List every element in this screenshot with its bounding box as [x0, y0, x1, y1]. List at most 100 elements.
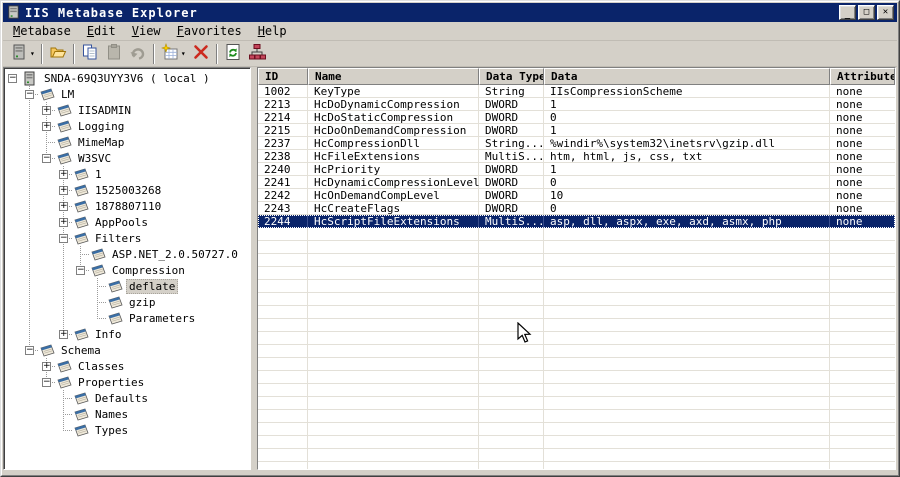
tree-expander[interactable]: −	[38, 374, 55, 390]
tree-node-label[interactable]: 1525003268	[92, 183, 164, 198]
refresh-button[interactable]	[221, 43, 245, 65]
tree-node-classes[interactable]: + Classes	[4, 358, 250, 374]
tree-node-compression[interactable]: − Compression	[4, 262, 250, 278]
property-row-2237[interactable]: 2237 HcCompressionDll String... %windir%\sy…	[258, 137, 895, 150]
delete-button[interactable]	[189, 43, 213, 65]
tree-node-info[interactable]: + Info	[4, 326, 250, 342]
tree-expander[interactable]: −	[55, 230, 72, 246]
property-row-2213[interactable]: 2213 HcDoDynamicCompression DWORD 1 none	[258, 98, 895, 111]
tree-node-label[interactable]: AppPools	[92, 215, 151, 230]
column-header-data-type[interactable]: Data Type	[479, 68, 544, 85]
property-row-2241[interactable]: 2241 HcDynamicCompressionLevel DWORD 0 none	[258, 176, 895, 189]
minimize-button[interactable]: _	[839, 5, 856, 20]
tree-node-label[interactable]: W3SVC	[75, 151, 114, 166]
tree-node-filters[interactable]: − Filters	[4, 230, 250, 246]
tree-expander[interactable]: +	[38, 102, 55, 118]
tree-node-label[interactable]: ASP.NET_2.0.50727.0	[109, 247, 241, 262]
tree-node-names[interactable]: Names	[4, 406, 250, 422]
tree-node-label[interactable]: Properties	[75, 375, 147, 390]
title-bar[interactable]: IIS Metabase Explorer _ □ ✕	[3, 3, 897, 22]
tree-node-gzip[interactable]: gzip	[4, 294, 250, 310]
tree-node-1878807110[interactable]: +1878807110	[4, 198, 250, 214]
column-header-id[interactable]: ID	[258, 68, 308, 85]
tree-node-1525003268[interactable]: +1525003268	[4, 182, 250, 198]
tree-node-properties[interactable]: − Properties	[4, 374, 250, 390]
tree-node-label[interactable]: MimeMap	[75, 135, 127, 150]
dropdown-arrow-icon[interactable]: ▾	[181, 49, 186, 58]
tree-node-defaults[interactable]: Defaults	[4, 390, 250, 406]
column-header-attributes[interactable]: Attributes	[830, 68, 895, 85]
tree-node-label[interactable]: SNDA-69Q3UYY3V6 ( local )	[41, 71, 213, 86]
new-key-button[interactable]: ▾	[158, 42, 189, 65]
copy-button[interactable]	[78, 43, 102, 65]
tree-node-lm[interactable]: − LM	[4, 86, 250, 102]
tree-expander[interactable]: +	[55, 326, 72, 342]
tree-node-iisadmin[interactable]: + IISADMIN	[4, 102, 250, 118]
tree-node-label[interactable]: deflate	[126, 278, 179, 294]
maximize-button[interactable]: □	[858, 5, 875, 20]
property-row-2240[interactable]: 2240 HcPriority DWORD 1 none	[258, 163, 895, 176]
property-row-2244[interactable]: 2244 HcScriptFileExtensions MultiS... asp, …	[258, 215, 895, 228]
property-row-2215[interactable]: 2215 HcDoOnDemandCompression DWORD 1 none	[258, 124, 895, 137]
tree-expander[interactable]: −	[38, 150, 55, 166]
undo-button[interactable]	[126, 43, 150, 65]
tree-node-label[interactable]: 1	[92, 167, 105, 182]
column-header-data[interactable]: Data	[544, 68, 830, 85]
tree-node-label[interactable]: Schema	[58, 343, 104, 358]
tree-node-logging[interactable]: + Logging	[4, 118, 250, 134]
tree-node-label[interactable]: LM	[58, 87, 77, 102]
property-row-2242[interactable]: 2242 HcOnDemandCompLevel DWORD 10 none	[258, 189, 895, 202]
tree-expander[interactable]: −	[72, 262, 89, 278]
tree-node-label[interactable]: Types	[92, 423, 131, 438]
close-button[interactable]: ✕	[877, 5, 894, 20]
tree-node-label[interactable]: Names	[92, 407, 131, 422]
tree-expander[interactable]: +	[55, 182, 72, 198]
property-row-1002[interactable]: 1002 KeyType String IIsCompressionScheme non…	[258, 85, 895, 98]
tree-expander[interactable]: +	[55, 214, 72, 230]
tree-node-deflate[interactable]: deflate	[4, 278, 250, 294]
tree-node-types[interactable]: Types	[4, 422, 250, 438]
tree-node-apppools[interactable]: + AppPools	[4, 214, 250, 230]
menu-item-help[interactable]: Help	[250, 23, 295, 39]
tree-expander[interactable]: −	[4, 70, 21, 86]
paste-button[interactable]	[102, 43, 126, 65]
menu-item-edit[interactable]: Edit	[79, 23, 124, 39]
tree-expander[interactable]: +	[38, 358, 55, 374]
tree-node-label[interactable]: IISADMIN	[75, 103, 134, 118]
tree-node-schema[interactable]: − Schema	[4, 342, 250, 358]
tree-node-label[interactable]: Defaults	[92, 391, 151, 406]
tree-expander[interactable]: −	[21, 86, 38, 102]
menu-item-metabase[interactable]: Metabase	[5, 23, 79, 39]
tree-node-label[interactable]: Classes	[75, 359, 127, 374]
tree-node-asp-net-2-0-50727-0[interactable]: ASP.NET_2.0.50727.0	[4, 246, 250, 262]
property-row-2214[interactable]: 2214 HcDoStaticCompression DWORD 0 none	[258, 111, 895, 124]
tree-node-label[interactable]: Logging	[75, 119, 127, 134]
property-row-2243[interactable]: 2243 HcCreateFlags DWORD 0 none	[258, 202, 895, 215]
tree-node-label[interactable]: 1878807110	[92, 199, 164, 214]
tree-node-w3svc[interactable]: − W3SVC	[4, 150, 250, 166]
dropdown-arrow-icon[interactable]: ▾	[30, 49, 35, 58]
cell-data-type: DWORD	[485, 163, 519, 176]
tree-node-parameters[interactable]: Parameters	[4, 310, 250, 326]
tree-node-label[interactable]: Filters	[92, 231, 144, 246]
tree-node-label[interactable]: Compression	[109, 263, 188, 278]
tree-node-label[interactable]: Parameters	[126, 311, 198, 326]
property-row-2238[interactable]: 2238 HcFileExtensions MultiS... htm, html, …	[258, 150, 895, 163]
hierarchy-button[interactable]	[245, 43, 269, 65]
column-header-name[interactable]: Name	[308, 68, 479, 85]
tree-expander[interactable]: −	[21, 342, 38, 358]
tree-node-label[interactable]: Info	[92, 327, 125, 342]
open-button[interactable]	[46, 43, 70, 65]
key-icon	[55, 151, 73, 166]
menu-item-view[interactable]: View	[124, 23, 169, 39]
tree-expander[interactable]: +	[55, 198, 72, 214]
tree-expander[interactable]: +	[38, 118, 55, 134]
tree-node-1[interactable]: +1	[4, 166, 250, 182]
cell-id: 2238	[264, 150, 291, 163]
tree-node-label[interactable]: gzip	[126, 295, 159, 310]
tree-expander[interactable]: +	[55, 166, 72, 182]
menu-item-favorites[interactable]: Favorites	[169, 23, 250, 39]
connect-server-button[interactable]: ▾	[7, 43, 38, 65]
tree-node-mimemap[interactable]: MimeMap	[4, 134, 250, 150]
tree-node-snda-69q3uyy3v6-local-[interactable]: − SNDA-69Q3UYY3V6 ( local )	[4, 70, 250, 86]
